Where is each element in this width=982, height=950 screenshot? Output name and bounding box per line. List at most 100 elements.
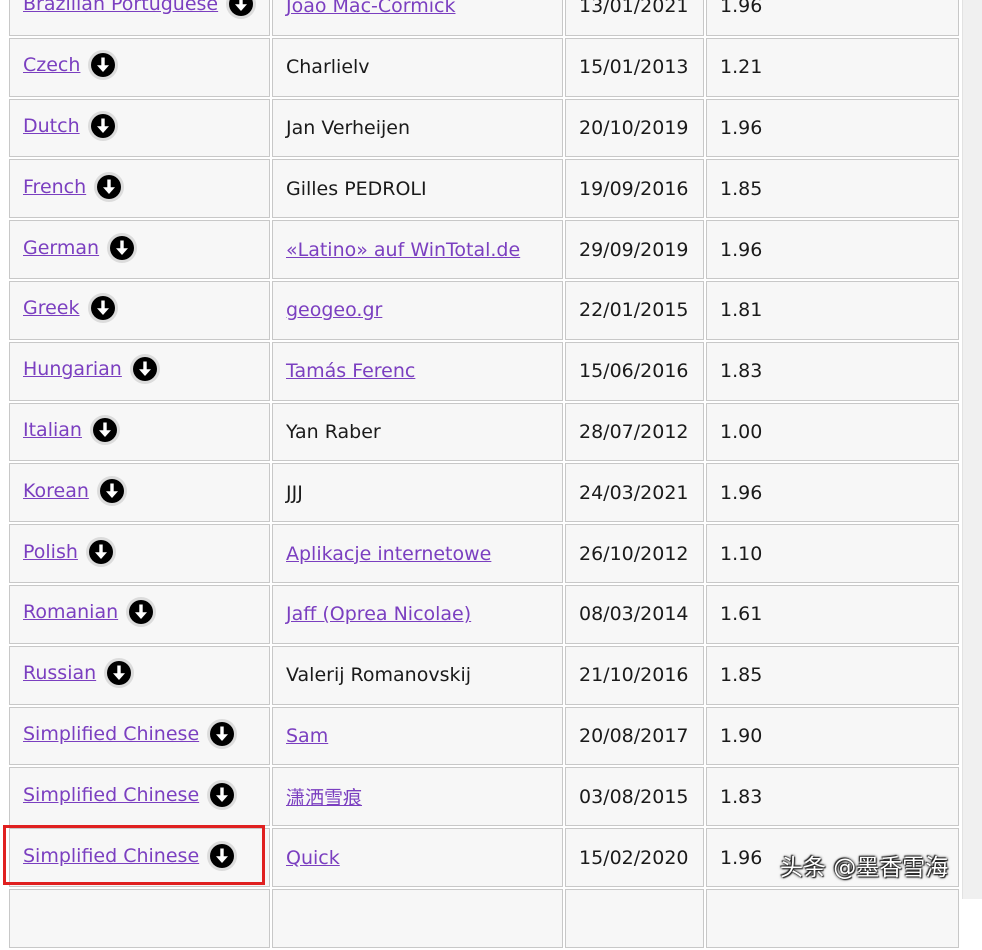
download-arrow-icon[interactable]	[207, 840, 238, 871]
version-value: 1.81	[720, 299, 763, 322]
language-link[interactable]: Dutch	[23, 115, 80, 137]
author-link[interactable]: Jaff (Oprea Nicolae)	[286, 603, 471, 625]
download-arrow-icon[interactable]	[107, 232, 138, 263]
version-value: 1.61	[720, 603, 763, 626]
language-link[interactable]: Russian	[23, 662, 96, 684]
language-wrapper: Russian	[23, 658, 135, 689]
author-link[interactable]: geogeo.gr	[286, 299, 382, 321]
version-cell: 1.85	[706, 645, 959, 705]
language-cell: Simplified Chinese	[9, 767, 270, 827]
date-value: 15/06/2016	[579, 360, 689, 383]
language-wrapper: Polish	[23, 536, 116, 567]
table-row: German «Latino» auf WinTotal.de 29/09/2019…	[9, 220, 959, 279]
download-arrow-icon[interactable]	[129, 354, 160, 385]
version-cell: 1.83	[706, 767, 959, 827]
table-row: Korean JJJ 24/03/2021 1.96	[9, 463, 959, 523]
download-arrow-icon[interactable]	[126, 597, 157, 628]
date-cell: 03/08/2015	[565, 767, 704, 827]
language-link[interactable]: Italian	[23, 419, 82, 441]
date-cell: 15/02/2020	[565, 828, 704, 887]
author-link[interactable]: Tamás Ferenc	[286, 360, 415, 382]
version-value: 1.85	[720, 177, 763, 200]
language-cell: Simplified Chinese	[9, 706, 270, 766]
language-link[interactable]: Hungarian	[23, 358, 122, 380]
author-link[interactable]: Aplikacje internetowe	[286, 543, 491, 565]
download-arrow-icon[interactable]	[207, 718, 238, 749]
language-cell: Brazilian Portuguese	[9, 0, 270, 36]
language-link[interactable]: French	[23, 176, 86, 198]
language-wrapper: Dutch	[23, 110, 118, 141]
version-cell: 1.90	[706, 706, 959, 766]
author-cell: Tamás Ferenc	[272, 341, 563, 401]
language-link[interactable]: Simplified Chinese	[23, 723, 199, 745]
table-row: Russian Valerij Romanovskij 21/10/2016 1.85	[9, 645, 959, 705]
table-row: French Gilles PEDROLI 19/09/2016 1.85	[9, 159, 959, 219]
language-link[interactable]: Czech	[23, 54, 80, 76]
author-link[interactable]: «Latino» auf WinTotal.de	[286, 239, 520, 261]
table-row: Romanian Jaff (Oprea Nicolae) 08/03/2014 1.…	[9, 584, 959, 644]
version-value: 1.96	[720, 0, 763, 18]
version-cell: 1.85	[706, 159, 959, 219]
language-link[interactable]: German	[23, 237, 99, 259]
date-cell: 21/10/2016	[565, 645, 704, 705]
download-arrow-icon[interactable]	[87, 110, 118, 141]
table-row: Greek geogeo.gr 22/01/2015 1.81	[9, 280, 959, 340]
translations-table: Brazilian Portuguese João Mac-Cormick 13/0…	[7, 0, 961, 950]
table-row: Italian Yan Raber 28/07/2012 1.00	[9, 402, 959, 462]
author-link[interactable]: João Mac-Cormick	[286, 0, 455, 17]
download-arrow-icon[interactable]	[87, 293, 118, 324]
download-arrow-icon[interactable]	[104, 658, 135, 689]
date-value: 15/02/2020	[579, 846, 689, 869]
version-cell: 1.83	[706, 341, 959, 401]
date-cell: 20/08/2017	[565, 706, 704, 766]
version-value: 1.90	[720, 724, 763, 747]
download-arrow-icon[interactable]	[94, 171, 125, 202]
language-wrapper: Korean	[23, 475, 127, 506]
author-link[interactable]: Sam	[286, 725, 328, 747]
author-cell: JJJ	[272, 463, 563, 523]
language-cell: French	[9, 159, 270, 219]
version-cell: 1.61	[706, 584, 959, 644]
download-arrow-icon[interactable]	[207, 779, 238, 810]
language-wrapper: Brazilian Portuguese	[23, 0, 257, 20]
date-value: 24/03/2021	[579, 481, 689, 504]
download-arrow-icon[interactable]	[88, 50, 119, 81]
language-link[interactable]: Romanian	[23, 601, 118, 623]
version-value: 1.96	[720, 238, 763, 261]
version-cell: 1.10	[706, 524, 959, 583]
language-link[interactable]: Simplified Chinese	[23, 784, 199, 806]
language-cell: Italian	[9, 402, 270, 462]
language-cell: Korean	[9, 463, 270, 523]
language-link[interactable]: Simplified Chinese	[23, 845, 199, 867]
language-wrapper: Romanian	[23, 597, 157, 628]
date-value: 21/10/2016	[579, 664, 689, 687]
table-row: Czech Charlielv 15/01/2013 1.21	[9, 37, 959, 97]
language-link[interactable]: Korean	[23, 480, 89, 502]
vertical-scrollbar[interactable]	[962, 0, 982, 899]
download-arrow-icon[interactable]	[89, 414, 120, 445]
date-value: 08/03/2014	[579, 603, 689, 626]
date-cell: 08/03/2014	[565, 584, 704, 644]
date-cell	[565, 888, 704, 948]
date-cell: 22/01/2015	[565, 280, 704, 340]
language-wrapper: French	[23, 171, 125, 202]
date-value: 22/01/2015	[579, 299, 689, 322]
version-value: 1.96	[720, 481, 763, 504]
language-link[interactable]: Greek	[23, 297, 80, 319]
language-cell: Dutch	[9, 98, 270, 158]
language-wrapper: Czech	[23, 50, 119, 81]
language-link[interactable]: Polish	[23, 541, 78, 563]
download-arrow-icon[interactable]	[96, 475, 127, 506]
author-cell: João Mac-Cormick	[272, 0, 563, 36]
version-value: 1.21	[720, 56, 763, 79]
language-wrapper: Italian	[23, 414, 120, 445]
download-arrow-icon[interactable]	[85, 536, 116, 567]
author-link[interactable]: Quick	[286, 847, 340, 869]
version-cell	[706, 888, 959, 948]
language-link[interactable]: Brazilian Portuguese	[23, 0, 218, 15]
author-link[interactable]: 潇洒雪痕	[286, 787, 362, 809]
author-cell	[272, 888, 563, 948]
table-row: Polish Aplikacje internetowe 26/10/2012 1.1…	[9, 524, 959, 583]
language-wrapper: Hungarian	[23, 354, 160, 385]
download-arrow-icon[interactable]	[226, 0, 257, 20]
